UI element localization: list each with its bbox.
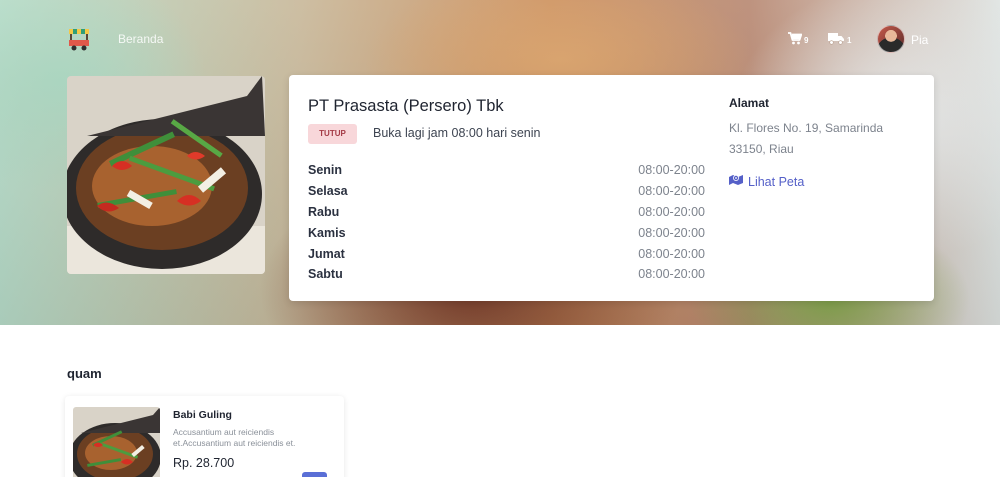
hours-row: Senin 08:00-20:00 [308,160,705,181]
hours-row: Sabtu 08:00-20:00 [308,264,705,285]
product-name: Babi Guling [173,409,232,421]
product-price: Rp. 28.700 [173,456,235,470]
product-description: Accusantium aut reiciendis et.Accusantiu… [173,427,296,448]
hours-time: 08:00-20:00 [638,184,705,199]
product-photo [73,407,160,477]
hours-time: 08:00-20:00 [638,246,705,261]
hours-time: 08:00-20:00 [638,267,705,282]
cart-count: 9 [804,36,809,45]
opening-hours-list: Senin 08:00-20:00 Selasa 08:00-20:00 Rab… [308,160,705,285]
hours-day: Senin [308,163,343,178]
cart-icon [788,32,802,45]
hours-day: Sabtu [308,267,343,282]
status-badge: TUTUP [308,124,357,144]
hours-day: Jumat [308,246,345,261]
hours-row: Kamis 08:00-20:00 [308,222,705,243]
delivery-button[interactable]: 1 [828,32,851,45]
open-note: Buka lagi jam 08:00 hari senin [373,126,541,140]
hours-day: Kamis [308,225,346,240]
hours-time: 08:00-20:00 [638,204,705,219]
product-card[interactable]: Babi Guling Accusantium aut reiciendis e… [65,396,344,477]
food-cart-logo-icon[interactable] [67,26,91,52]
map-icon [729,174,743,189]
store-name: PT Prasasta (Persero) Tbk [308,97,504,115]
nav-brand-link[interactable]: Beranda [118,32,163,46]
hours-time: 08:00-20:00 [638,225,705,240]
section-title: quam [67,366,102,381]
view-map-link[interactable]: Lihat Peta [729,174,804,189]
store-info-card: PT Prasasta (Persero) Tbk TUTUP Buka lag… [289,75,934,301]
cart-button[interactable]: 9 [788,32,808,45]
truck-icon [828,32,845,45]
address-text: Kl. Flores No. 19, Samarinda 33150, Riau [729,121,884,156]
avatar[interactable] [877,25,905,53]
hours-row: Selasa 08:00-20:00 [308,181,705,202]
hours-day: Rabu [308,204,340,219]
view-map-label: Lihat Peta [748,174,805,189]
address-title: Alamat [729,96,770,110]
delivery-count: 1 [847,36,852,45]
hours-time: 08:00-20:00 [638,163,705,178]
navbar: Beranda 9 1 Pia [0,0,1000,78]
hours-row: Jumat 08:00-20:00 [308,243,705,264]
hours-row: Rabu 08:00-20:00 [308,202,705,223]
store-photo [67,76,265,274]
add-to-cart-button[interactable] [302,472,327,477]
user-name[interactable]: Pia [911,33,928,47]
hours-day: Selasa [308,184,348,199]
